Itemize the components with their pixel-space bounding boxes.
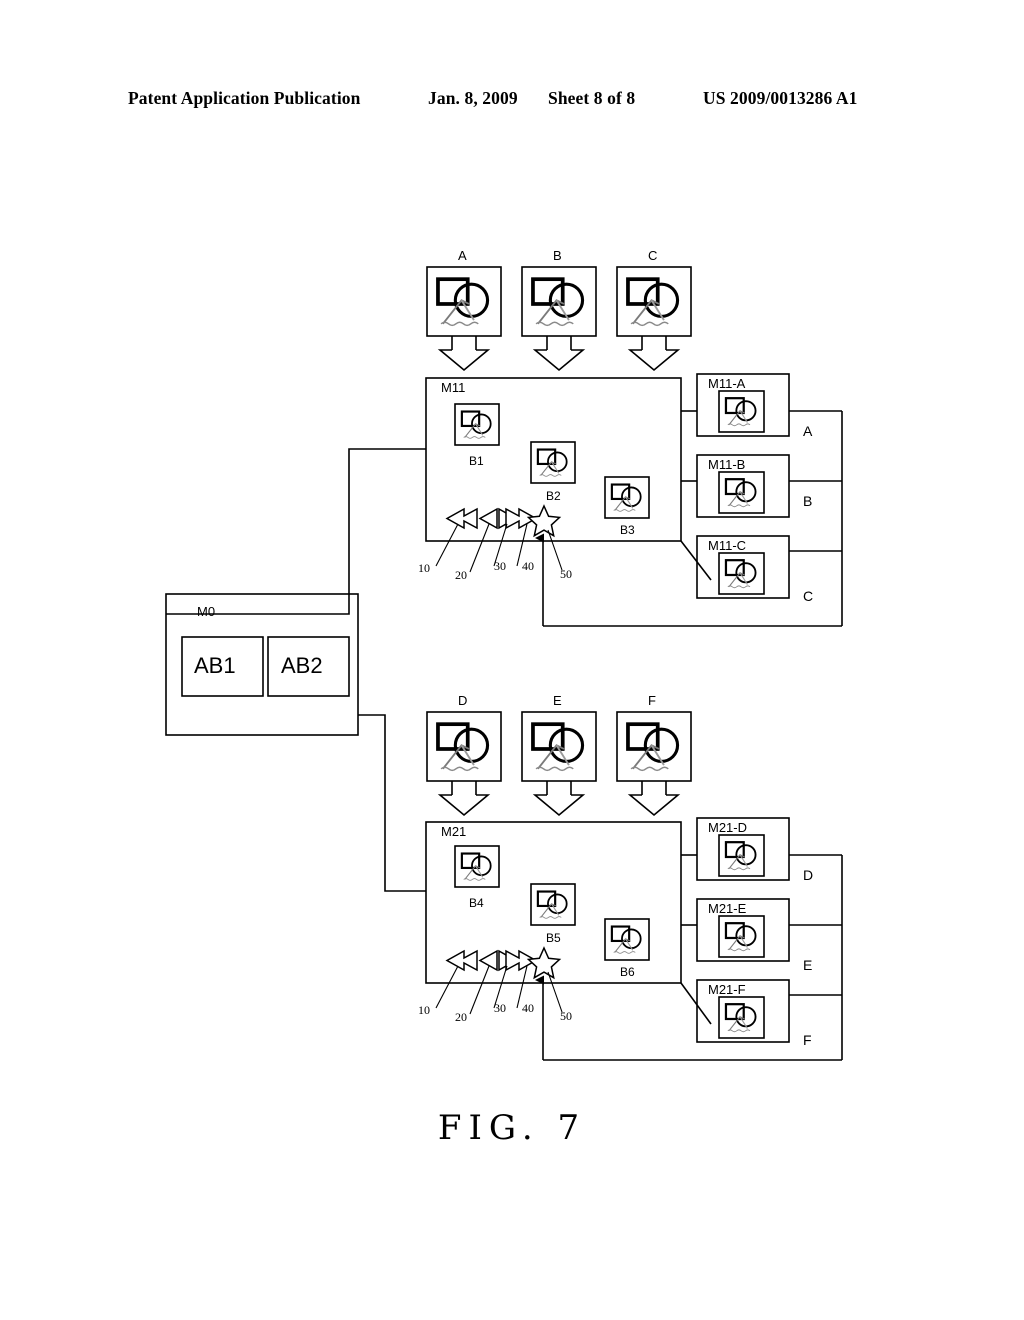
module-label-AB2: AB2 (281, 653, 323, 678)
thumbnail-label-B6: B6 (620, 965, 635, 979)
reference-20-top: 20 (455, 568, 467, 582)
reference-10-top: 10 (418, 561, 430, 575)
thumbnail-B3[interactable] (604, 476, 650, 519)
connector-M0-to-M21 (358, 714, 426, 892)
module-label-M0: M0 (197, 604, 216, 619)
reference-40-bottom: 40 (522, 1001, 534, 1015)
tag-column-bottom (789, 854, 843, 1060)
reference-50-bottom: 50 (560, 1009, 572, 1023)
tag-label-E: E (803, 957, 813, 973)
reference-30-bottom: 30 (494, 1001, 506, 1015)
output-label-M21-F: M21-F (708, 982, 746, 997)
thumbnail-label-B3: B3 (620, 523, 635, 537)
source-image-F (616, 711, 692, 817)
output-label-M11-B: M11-B (708, 457, 746, 472)
reference-50-top: 50 (560, 567, 572, 581)
output-label-M21-E: M21-E (708, 901, 747, 916)
reference-20-bottom: 20 (455, 1010, 467, 1024)
thumbnail-B2[interactable] (530, 441, 576, 484)
panel-label-M11: M11 (441, 380, 466, 395)
connector-M0-to-M11 (166, 448, 426, 615)
source-image-E (521, 711, 597, 817)
source-label-E: E (553, 693, 562, 708)
source-label-A: A (458, 248, 467, 263)
tag-label-D: D (803, 867, 814, 883)
thumbnail-label-B4: B4 (469, 896, 484, 910)
thumbnail-label-B1: B1 (469, 454, 484, 468)
source-image-D (426, 711, 502, 817)
thumbnail-B5[interactable] (530, 883, 576, 926)
source-image-C (616, 266, 692, 372)
source-image-B (521, 266, 597, 372)
feedback-loop-bottom (535, 975, 842, 1061)
source-image-A (426, 266, 502, 372)
tag-column-top (789, 410, 843, 626)
thumbnail-label-B2: B2 (546, 489, 561, 503)
figure-caption: FIG. 7 (437, 1108, 587, 1148)
thumbnail-B4[interactable] (454, 845, 500, 888)
module-label-AB1: AB1 (194, 653, 236, 678)
thumbnail-label-B5: B5 (546, 931, 561, 945)
reference-40-top: 40 (522, 559, 534, 573)
output-label-M11-A: M11-A (708, 376, 746, 391)
thumbnail-B6[interactable] (604, 918, 650, 961)
tag-label-B: B (803, 493, 813, 509)
reference-10-bottom: 10 (418, 1003, 430, 1017)
source-label-F: F (648, 693, 656, 708)
tag-label-F: F (803, 1032, 812, 1048)
tag-label-C: C (803, 588, 814, 604)
source-label-C: C (648, 248, 658, 263)
tag-label-A: A (803, 423, 813, 439)
source-label-B: B (553, 248, 562, 263)
thumbnail-B1[interactable] (454, 403, 500, 446)
output-label-M21-D: M21-D (708, 820, 748, 835)
output-label-M11-C: M11-C (708, 538, 747, 553)
reference-30-top: 30 (494, 559, 506, 573)
source-label-D: D (458, 693, 468, 708)
panel-label-M21: M21 (441, 824, 467, 839)
